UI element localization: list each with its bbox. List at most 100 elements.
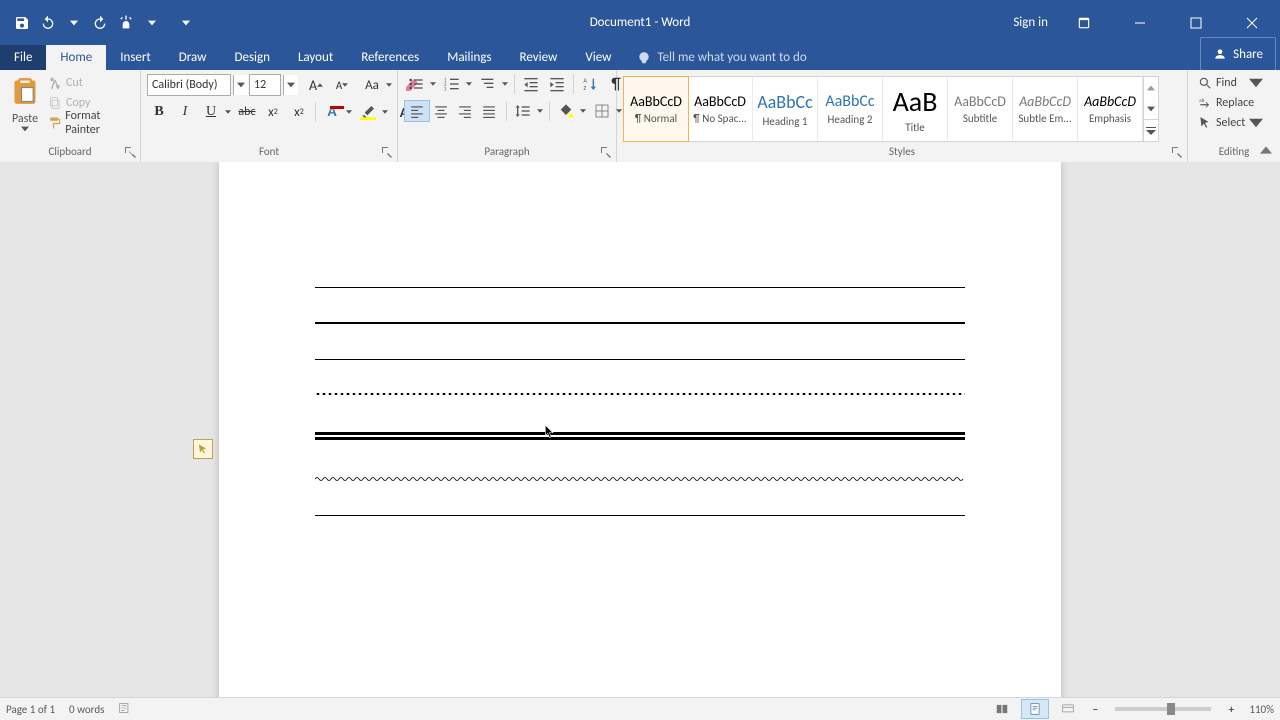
select-button[interactable]: Select bbox=[1194, 114, 1267, 132]
zoom-level[interactable]: 110% bbox=[1249, 703, 1274, 716]
print-layout-view-button[interactable] bbox=[1021, 699, 1049, 719]
multilevel-list-button[interactable] bbox=[476, 74, 498, 94]
align-left-button[interactable] bbox=[404, 100, 430, 122]
zoom-out-button[interactable]: − bbox=[1087, 701, 1103, 717]
italic-button[interactable]: I bbox=[173, 102, 197, 122]
justify-button[interactable] bbox=[477, 101, 501, 121]
zoom-in-button[interactable]: + bbox=[1223, 701, 1239, 717]
word-count-status[interactable]: 0 words bbox=[69, 703, 104, 716]
numbering-button[interactable]: 123 bbox=[440, 74, 462, 94]
line-spacing-dropdown[interactable] bbox=[535, 101, 545, 121]
strikethrough-button[interactable]: abc bbox=[235, 102, 259, 122]
font-name-dropdown[interactable] bbox=[233, 75, 248, 95]
autocorrect-options-icon[interactable] bbox=[193, 439, 213, 459]
read-mode-view-button[interactable] bbox=[989, 700, 1015, 718]
horizontal-line-wavy bbox=[315, 476, 965, 482]
borders-button[interactable] bbox=[590, 101, 612, 121]
sort-button[interactable]: AZ bbox=[578, 74, 602, 94]
touch-mode-dropdown[interactable] bbox=[140, 11, 164, 35]
undo-dropdown[interactable] bbox=[62, 11, 86, 35]
font-size-combo[interactable]: 12 bbox=[249, 74, 281, 96]
tab-home[interactable]: Home bbox=[46, 45, 106, 70]
text-effects-button[interactable]: A bbox=[320, 102, 342, 122]
text-effects-dropdown[interactable] bbox=[344, 102, 354, 122]
zoom-slider-thumb[interactable] bbox=[1167, 703, 1175, 715]
underline-dropdown[interactable] bbox=[223, 102, 233, 122]
paste-button[interactable]: Paste bbox=[6, 74, 44, 145]
tell-me-search[interactable]: Tell me what you want to do bbox=[637, 45, 806, 70]
page-number-status[interactable]: Page 1 of 1 bbox=[6, 703, 55, 716]
superscript-button[interactable]: x2 bbox=[287, 102, 311, 122]
document-area[interactable] bbox=[0, 162, 1280, 698]
touch-mouse-mode-button[interactable] bbox=[114, 11, 138, 35]
minimize-button[interactable] bbox=[1120, 9, 1160, 37]
web-layout-view-button[interactable] bbox=[1055, 700, 1081, 718]
bold-button[interactable]: B bbox=[147, 102, 171, 122]
tab-review[interactable]: Review bbox=[506, 45, 572, 70]
style--no-spac-[interactable]: AaBbCcD¶ No Spac... bbox=[688, 77, 753, 141]
spellcheck-status-icon[interactable] bbox=[118, 701, 132, 718]
numbering-dropdown[interactable] bbox=[464, 74, 474, 94]
qat-customize-dropdown[interactable] bbox=[174, 11, 198, 35]
document-page[interactable] bbox=[219, 162, 1061, 698]
subscript-button[interactable]: x2 bbox=[261, 102, 285, 122]
clipboard-dialog-launcher[interactable] bbox=[124, 146, 136, 158]
cut-button[interactable]: Cut bbox=[48, 74, 134, 92]
tab-draw[interactable]: Draw bbox=[165, 45, 221, 70]
line-spacing-button[interactable] bbox=[511, 101, 533, 121]
ribbon-display-options[interactable] bbox=[1064, 9, 1104, 37]
grow-font-button[interactable]: A bbox=[304, 75, 328, 95]
style-emphasis[interactable]: AaBbCcDEmphasis bbox=[1078, 77, 1143, 141]
multilevel-list-dropdown[interactable] bbox=[500, 74, 510, 94]
redo-button[interactable] bbox=[88, 11, 112, 35]
paragraph-dialog-launcher[interactable] bbox=[600, 146, 612, 158]
bullets-dropdown[interactable] bbox=[428, 74, 438, 94]
style--normal[interactable]: AaBbCcD¶ Normal bbox=[623, 76, 689, 142]
styles-scroll-up[interactable] bbox=[1144, 77, 1158, 98]
tab-file[interactable]: File bbox=[0, 45, 46, 70]
maximize-button[interactable] bbox=[1176, 9, 1216, 37]
save-button[interactable] bbox=[10, 11, 34, 35]
font-name-combo[interactable]: Calibri (Body) bbox=[147, 74, 231, 96]
underline-button[interactable]: U bbox=[199, 102, 221, 122]
tab-mailings[interactable]: Mailings bbox=[433, 45, 505, 70]
style-heading-1[interactable]: AaBbCcHeading 1 bbox=[753, 77, 818, 141]
highlight-dropdown[interactable] bbox=[380, 102, 390, 122]
tab-references[interactable]: References bbox=[347, 45, 433, 70]
change-case-button[interactable]: Aa bbox=[360, 75, 382, 95]
collapse-ribbon-button[interactable] bbox=[1258, 142, 1274, 158]
style-heading-2[interactable]: AaBbCcHeading 2 bbox=[818, 77, 883, 141]
share-button[interactable]: Share bbox=[1200, 37, 1276, 71]
find-button[interactable]: Find bbox=[1194, 74, 1267, 92]
style-subtitle[interactable]: AaBbCcDSubtitle bbox=[948, 77, 1013, 141]
styles-scroll-down[interactable] bbox=[1144, 98, 1158, 119]
tab-design[interactable]: Design bbox=[220, 45, 283, 70]
ribbon: Paste Cut Copy Format Painter Clipboard bbox=[0, 70, 1280, 163]
tab-view[interactable]: View bbox=[571, 45, 625, 70]
style-subtle-em-[interactable]: AaBbCcDSubtle Em... bbox=[1013, 77, 1078, 141]
change-case-dropdown[interactable] bbox=[384, 75, 394, 95]
tab-layout[interactable]: Layout bbox=[284, 45, 347, 70]
replace-button[interactable]: ab Replace bbox=[1194, 94, 1267, 112]
decrease-indent-button[interactable] bbox=[519, 74, 543, 94]
increase-indent-button[interactable] bbox=[545, 74, 569, 94]
tell-me-placeholder: Tell me what you want to do bbox=[657, 50, 806, 65]
close-button[interactable] bbox=[1232, 9, 1272, 37]
sign-in-link[interactable]: Sign in bbox=[1013, 15, 1048, 30]
shrink-font-button[interactable]: A bbox=[330, 75, 354, 95]
style-title[interactable]: AaBTitle bbox=[883, 77, 948, 141]
tab-insert[interactable]: Insert bbox=[106, 45, 165, 70]
font-size-dropdown[interactable] bbox=[283, 75, 298, 95]
font-dialog-launcher[interactable] bbox=[381, 146, 393, 158]
format-painter-button[interactable]: Format Painter bbox=[48, 114, 134, 132]
shading-dropdown[interactable] bbox=[578, 101, 588, 121]
undo-button[interactable] bbox=[36, 11, 60, 35]
align-center-button[interactable] bbox=[429, 101, 453, 121]
shading-button[interactable] bbox=[554, 101, 576, 121]
zoom-slider[interactable] bbox=[1115, 707, 1211, 711]
align-right-button[interactable] bbox=[453, 101, 477, 121]
highlight-button[interactable] bbox=[356, 102, 378, 122]
bullets-button[interactable] bbox=[404, 74, 426, 94]
styles-expand[interactable] bbox=[1144, 119, 1158, 141]
styles-dialog-launcher[interactable] bbox=[1171, 146, 1183, 158]
